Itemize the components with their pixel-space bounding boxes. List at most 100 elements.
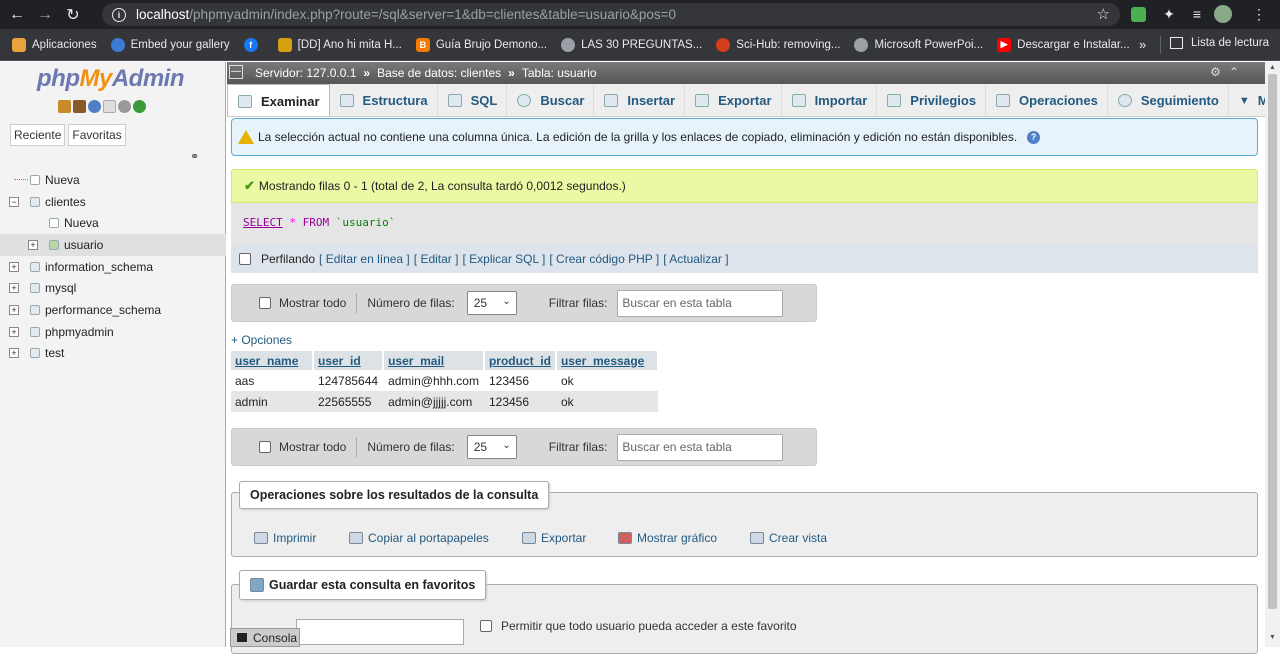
tab-estructura[interactable]: Estructura [330, 84, 438, 116]
bookmark-item[interactable]: Embed your gallery [110, 37, 230, 52]
bookmark-item[interactable]: LAS 30 PREGUNTAS... [561, 37, 702, 52]
browser-menu-icon[interactable]: ⋮ [1250, 5, 1268, 23]
tree-item-new[interactable]: Nueva [0, 169, 226, 191]
table-cell[interactable]: 22565555 [313, 391, 384, 412]
rows-select[interactable]: 25 ⌄ [466, 291, 517, 315]
column-header[interactable]: user_mail [383, 351, 485, 370]
bookmark-item[interactable]: f [243, 37, 264, 52]
sql-keyword-select[interactable]: SELECT [243, 216, 283, 229]
column-header[interactable]: user_message [555, 351, 659, 370]
scroll-up-arrow-icon[interactable]: ▲ [1269, 64, 1276, 71]
page-scrollbar[interactable]: ▲ ▼ [1265, 62, 1280, 647]
bookmark-item[interactable]: Microsoft PowerPoi... [854, 37, 983, 52]
show-all-checkbox[interactable] [259, 441, 271, 453]
column-header[interactable]: product_id [483, 351, 557, 370]
collapse-panel-icon[interactable]: — [229, 65, 243, 79]
expand-icon[interactable]: + [28, 239, 38, 250]
site-info-icon[interactable]: i [112, 7, 126, 22]
more-bookmarks-button[interactable]: » [1139, 37, 1146, 52]
table-row[interactable]: admin 22565555 admin@jjjjj.com 123456 ok [231, 391, 658, 412]
print-link[interactable]: Imprimir [254, 531, 316, 545]
tree-item-usuario[interactable]: + usuario [0, 234, 226, 256]
console-toggle[interactable]: Consola [230, 628, 300, 647]
tab-examinar[interactable]: Examinar [227, 84, 330, 116]
settings-icon[interactable] [118, 100, 131, 113]
expand-icon[interactable]: + [9, 326, 19, 337]
phpmyadmin-logo[interactable]: phpMyAdmin [37, 65, 185, 93]
bookmark-item[interactable]: Aplicaciones [12, 37, 97, 52]
rows-select[interactable]: 25 ⌄ [466, 435, 517, 459]
edit-link[interactable]: [ Editar ] [414, 252, 459, 266]
column-header[interactable]: user_name [231, 351, 314, 370]
profile-avatar[interactable] [1214, 5, 1232, 23]
help-icon[interactable] [88, 100, 101, 113]
tab-buscar[interactable]: Buscar [507, 84, 595, 116]
help-icon[interactable]: ? [1027, 130, 1041, 144]
tab-seguimiento[interactable]: Seguimiento [1108, 84, 1229, 116]
tab-exportar[interactable]: Exportar [685, 84, 782, 116]
tree-item-performance-schema[interactable]: + performance_schema [0, 299, 226, 321]
tree-item-new-table[interactable]: Nueva [0, 212, 226, 234]
tree-item-information-schema[interactable]: + information_schema [0, 256, 226, 278]
table-cell[interactable]: 124785644 [313, 370, 384, 391]
breadcrumb-table[interactable]: Tabla: usuario [522, 66, 597, 80]
back-arrow-icon[interactable]: ← [6, 4, 28, 26]
tab-sql[interactable]: SQL [438, 84, 508, 116]
tab-privilegios[interactable]: Privilegios [877, 84, 987, 116]
explain-sql-link[interactable]: [ Explicar SQL ] [462, 252, 545, 266]
filter-rows-input[interactable]: Buscar en esta tabla [617, 289, 784, 317]
expand-icon[interactable]: + [9, 261, 19, 272]
bookmark-item[interactable]: ▶ Descargar e Instalar... [997, 37, 1130, 52]
puzzle-extensions-icon[interactable]: ✦ [1160, 5, 1178, 23]
scroll-down-arrow-icon[interactable]: ▼ [1269, 634, 1276, 641]
collapse-up-icon[interactable]: ⌃ [1229, 65, 1247, 79]
table-cell[interactable]: ok [555, 370, 658, 391]
expand-icon[interactable]: + [9, 348, 19, 359]
exit-icon[interactable] [73, 100, 86, 113]
docs-icon[interactable] [103, 100, 116, 113]
scrollbar-thumb[interactable] [1268, 74, 1277, 609]
export-link[interactable]: Exportar [522, 531, 586, 545]
address-bar[interactable]: i localhost/phpmyadmin/index.php?route=/… [102, 3, 1120, 26]
link-chain-icon[interactable]: ⚭ [190, 150, 199, 163]
table-cell[interactable]: admin [231, 391, 313, 412]
breadcrumb-database[interactable]: Base de datos: clientes [377, 66, 501, 80]
reload-icon[interactable]: ↻ [62, 4, 84, 26]
table-cell[interactable]: 123456 [483, 391, 556, 412]
filter-rows-input[interactable]: Buscar en esta tabla [617, 433, 784, 461]
table-cell[interactable]: admin@hhh.com [383, 370, 484, 391]
tab-more[interactable]: ▼ Ma [1229, 84, 1265, 116]
table-cell[interactable]: ok [555, 391, 658, 412]
refresh-link[interactable]: [ Actualizar ] [663, 252, 728, 266]
tree-item-mysql[interactable]: + mysql [0, 277, 226, 299]
extension-icon[interactable] [1131, 7, 1146, 22]
allow-all-users-option[interactable]: Permitir que todo usuario pueda acceder … [480, 619, 797, 633]
tree-item-clientes[interactable]: − clientes [0, 191, 226, 213]
table-cell[interactable]: 123456 [483, 370, 556, 391]
breadcrumb-server[interactable]: Servidor: 127.0.0.1 [255, 66, 356, 80]
profiling-checkbox[interactable] [239, 253, 251, 265]
tree-item-test[interactable]: + test [0, 343, 226, 365]
recent-tab[interactable]: Reciente [10, 124, 66, 146]
expand-icon[interactable]: + [9, 304, 19, 315]
reading-list-button[interactable]: Lista de lectura [1170, 37, 1269, 49]
gear-icon[interactable]: ⚙ [1210, 65, 1229, 79]
collapse-icon[interactable]: − [9, 196, 19, 207]
show-all-checkbox[interactable] [259, 297, 271, 309]
column-header[interactable]: user_id [313, 351, 385, 370]
create-view-link[interactable]: Crear vista [750, 531, 827, 545]
tab-operaciones[interactable]: Operaciones [986, 84, 1108, 116]
allow-all-users-checkbox[interactable] [480, 620, 492, 632]
bookmark-item[interactable]: [DD] Ano hi mita H... [277, 37, 402, 52]
create-php-code-link[interactable]: [ Crear código PHP ] [549, 252, 659, 266]
bookmark-item[interactable]: B Guía Brujo Demono... [415, 37, 547, 52]
tab-insertar[interactable]: Insertar [594, 84, 686, 116]
bookmark-item[interactable]: Sci-Hub: removing... [716, 37, 840, 52]
table-cell[interactable]: admin@jjjjj.com [383, 391, 484, 412]
tab-importar[interactable]: Importar [782, 84, 878, 116]
tree-item-phpmyadmin[interactable]: + phpmyadmin [0, 321, 226, 343]
reload-nav-icon[interactable] [133, 100, 146, 113]
table-row[interactable]: aas 124785644 admin@hhh.com 123456 ok [231, 370, 658, 391]
favorites-tab[interactable]: Favoritas [68, 124, 126, 146]
media-control-icon[interactable]: ≡ [1188, 5, 1206, 23]
